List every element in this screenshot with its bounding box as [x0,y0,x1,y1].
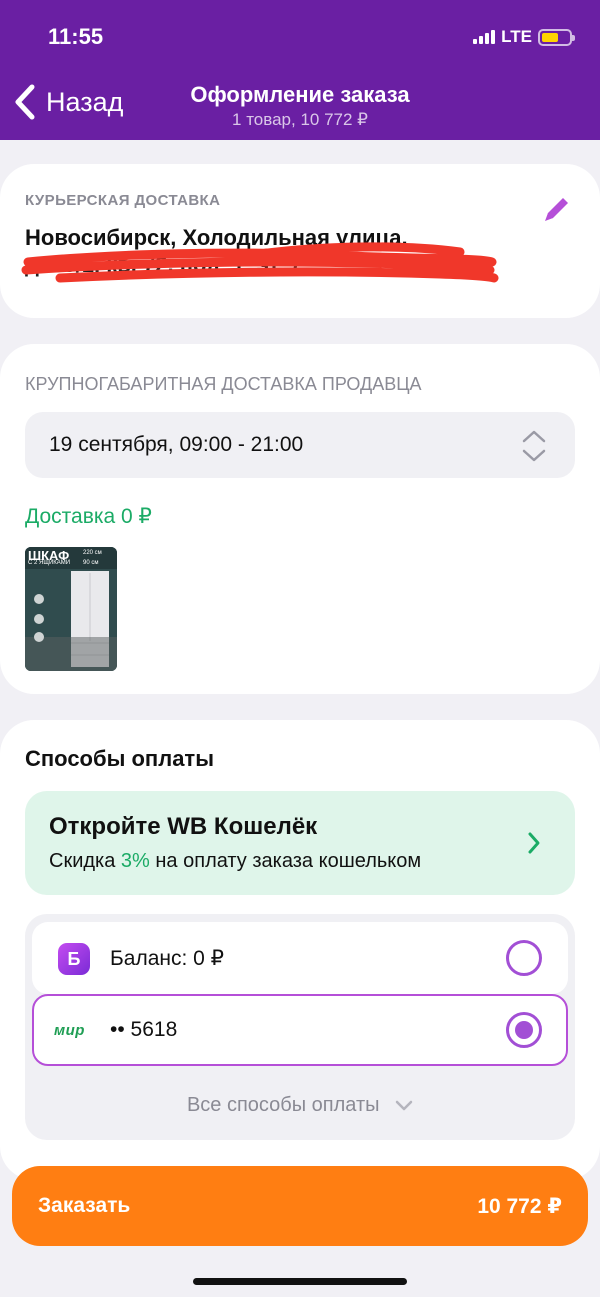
delivery-date-select[interactable]: 19 сентября, 09:00 - 21:00 [25,412,575,478]
signal-icon [473,30,496,44]
payment-method-label: Баланс: 0 ₽ [110,947,225,970]
wallet-text-after: на оплату заказа кошельком [155,850,422,872]
seller-delivery-caption: Крупногабаритная доставка продавца [25,374,422,394]
all-methods-label: Все способы оплаты [186,1094,380,1116]
wallet-text-before: Скидка [49,850,116,872]
redaction-scribble [21,242,499,283]
edit-pencil-icon[interactable] [540,192,574,226]
delivery-price: Доставка 0 ₽ [25,505,152,528]
radio-button-selected[interactable] [506,1012,542,1048]
all-payment-methods-link[interactable]: Все способы оплаты [25,1094,575,1117]
up-down-chevron-icon [522,430,546,462]
radio-button[interactable] [506,940,542,976]
payment-method-label: •• 5618 [110,1018,178,1041]
wallet-title: Откройте WB Кошелёк [49,813,318,840]
page-subtitle: 1 товар, 10 772 ₽ [232,110,368,129]
payment-title: Способы оплаты [25,746,214,771]
mir-logo-icon: мир [54,1022,85,1039]
order-total: 10 772 ₽ [477,1195,562,1218]
payment-method-card[interactable]: мир •• 5618 [32,994,568,1066]
seller-delivery-card: Крупногабаритная доставка продавца 19 се… [0,344,600,694]
back-button[interactable]: Назад [14,84,123,120]
order-button-label: Заказать [38,1194,131,1217]
page-title: Оформление заказа [190,82,410,107]
payment-card: Способы оплаты Откройте WB Кошелёк Скидк… [0,720,600,1180]
wallet-text: Скидка 3% на оплату заказа кошельком [49,850,421,873]
product-thumbnail[interactable]: ШКАФ С 2 ЯЩИКАМИ 220 см 90 см [25,547,117,671]
product-thumb-width: 90 см [83,560,99,566]
chevron-right-icon [528,832,540,854]
chevron-left-icon [15,84,35,120]
balance-icon: Б [58,943,90,975]
battery-icon [538,28,575,46]
order-button[interactable]: Заказать 10 772 ₽ [12,1166,588,1246]
back-label: Назад [46,86,124,117]
product-thumb-height: 220 см [83,550,102,556]
courier-caption: Курьерская доставка [25,192,221,209]
product-thumb-subtitle: С 2 ЯЩИКАМИ [28,560,71,566]
payment-methods-list: Б Баланс: 0 ₽ мир •• 5618 Все способы оп… [25,914,575,1140]
status-time: 11:55 [48,24,104,49]
home-indicator[interactable] [193,1278,407,1285]
status-indicators: LTE [473,27,575,47]
payment-method-balance[interactable]: Б Баланс: 0 ₽ [32,922,568,994]
network-label: LTE [501,27,532,46]
app-header: 11:55 LTE Назад Оформление заказа 1 това… [0,0,600,140]
page-title-block: Оформление заказа 1 товар, 10 772 ₽ [120,82,480,130]
wb-wallet-banner[interactable]: Откройте WB Кошелёк Скидка 3% на оплату … [25,791,575,895]
delivery-date-value: 19 сентября, 09:00 - 21:00 [49,433,304,456]
wallet-discount-percent: 3% [120,850,150,872]
chevron-down-icon [395,1100,413,1110]
